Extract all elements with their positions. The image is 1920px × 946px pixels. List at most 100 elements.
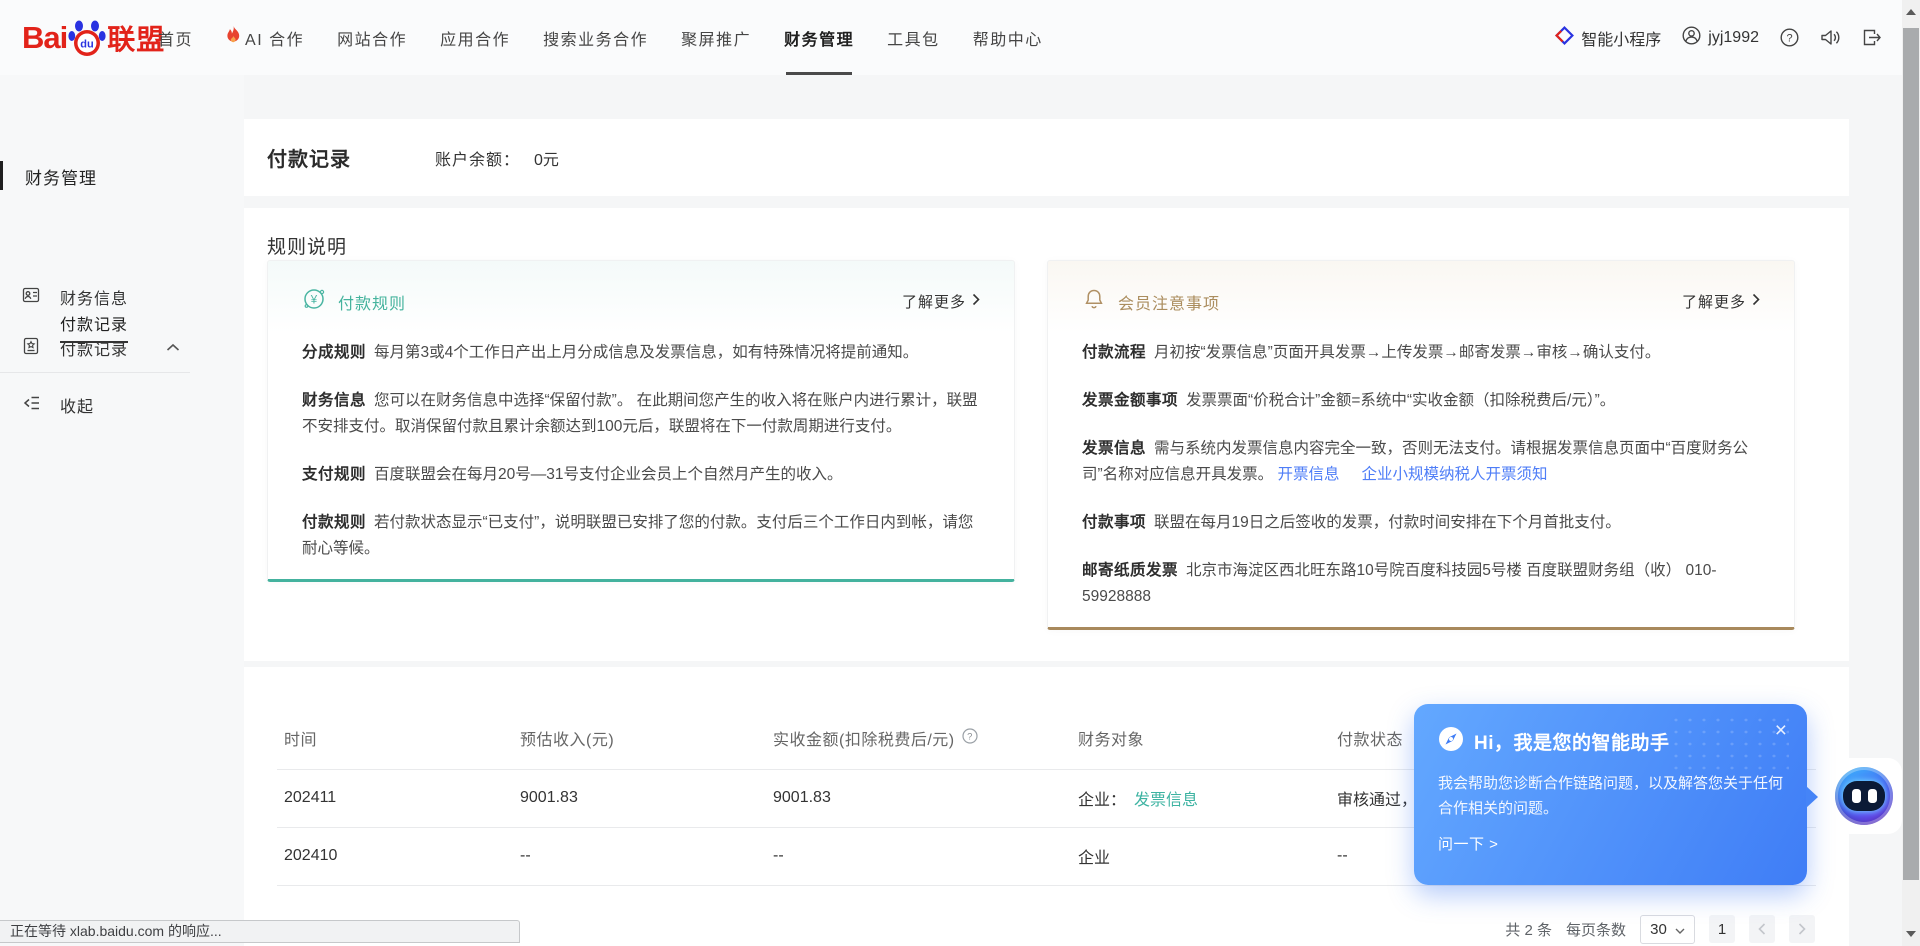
col-actual-amount-label: 实收金额(扣除税费后/元) xyxy=(773,726,955,750)
bell-icon xyxy=(1082,287,1106,316)
invoice-info-link[interactable]: 开票信息 xyxy=(1277,466,1339,483)
help-circle-icon[interactable]: ? xyxy=(962,728,978,749)
sidebar-collapse-button[interactable]: 收起 xyxy=(0,387,244,419)
assistant-popup: Hi，我是您的智能助手 × 我会帮助您诊断合作链路问题，以及解答您关于任何合作相… xyxy=(1414,704,1807,885)
collapse-icon xyxy=(22,394,41,417)
navbar-right: 智能小程序 jyj1992 ? xyxy=(1555,0,1882,75)
logo-text-union: 联盟 xyxy=(107,18,165,58)
nav-item-screen-promo[interactable]: 聚屏推广 xyxy=(681,26,751,50)
page-title: 付款记录 xyxy=(267,143,351,172)
help-icon[interactable]: ? xyxy=(1780,28,1799,47)
rule-text: 百度联盟会在每月20号—31号支付企业会员上个自然月产生的收入。 xyxy=(374,466,842,483)
small-taxpayer-guide-link[interactable]: 企业小规模纳税人开票须知 xyxy=(1362,466,1548,483)
nav-item-website[interactable]: 网站合作 xyxy=(337,26,407,50)
learn-more-link[interactable]: 了解更多 xyxy=(902,291,980,312)
smart-mini-program-icon xyxy=(1555,26,1574,50)
rule-text: 若付款状态显示“已支付”，说明联盟已安排了您的付款。支付后三个工作日内到帐，请您… xyxy=(302,514,973,557)
compass-icon xyxy=(1438,726,1464,757)
cell-target-label: 企业： xyxy=(1078,792,1126,809)
logout-icon[interactable] xyxy=(1862,28,1882,47)
scrollbar-thumb[interactable] xyxy=(1903,28,1919,880)
vertical-scrollbar[interactable] xyxy=(1902,0,1920,946)
svg-text:?: ? xyxy=(967,731,973,742)
rule-label: 财务信息 xyxy=(302,392,366,409)
note-item: 发票金额事项发票票面“价税合计”金额=系统中“实收金额（扣除税费后/元）”。 xyxy=(1082,388,1760,414)
learn-more-label: 了解更多 xyxy=(902,291,966,312)
popup-tail xyxy=(1806,786,1818,808)
prev-page-button[interactable] xyxy=(1749,915,1775,943)
browser-status-bar: 正在等待 xlab.baidu.com 的响应... xyxy=(0,920,520,943)
robot-avatar-icon xyxy=(1835,767,1893,825)
assistant-message: 我会帮助您诊断合作链路问题，以及解答您关于任何合作相关的问题。 xyxy=(1414,757,1807,821)
rule-label: 支付规则 xyxy=(302,466,366,483)
user-account[interactable]: jyj1992 xyxy=(1682,26,1759,50)
assistant-launcher[interactable] xyxy=(1826,758,1902,834)
note-item: 付款流程月初按“发票信息”页面开具发票→上传发票→邮寄发票→审核→确认支付。 xyxy=(1082,340,1760,366)
nav-item-search-business[interactable]: 搜索业务合作 xyxy=(543,26,648,50)
top-navbar: Bai du 联盟 首页 AI 合作 xyxy=(0,0,1920,75)
baidu-union-logo[interactable]: Bai du 联盟 xyxy=(22,17,165,59)
cell-time: 202411 xyxy=(284,789,520,807)
col-estimated-income: 预估收入(元) xyxy=(520,726,773,750)
nav-item-app[interactable]: 应用合作 xyxy=(440,26,510,50)
card-title: 会员注意事项 xyxy=(1118,290,1220,314)
invoice-info-table-link[interactable]: 发票信息 xyxy=(1134,792,1198,809)
nav-item-home[interactable]: 首页 xyxy=(158,26,193,50)
chevron-down-icon xyxy=(1675,921,1685,938)
sidebar-subitem-payment-records-active[interactable]: 付款记录 xyxy=(60,311,128,343)
announcement-speaker-icon[interactable] xyxy=(1820,28,1841,47)
member-notes-card: 会员注意事项 了解更多 付款流程月初按“发票信息”页面开具发票→上传发票→邮寄发… xyxy=(1047,260,1795,630)
balance-label: 账户余额： xyxy=(435,146,520,170)
page-number-button[interactable]: 1 xyxy=(1709,915,1735,943)
sidebar: 财务管理 财务信息 付款记录 付款记录 收起 xyxy=(0,75,244,946)
nav-item-toolkit[interactable]: 工具包 xyxy=(887,26,940,50)
pagination: 共 2 条 每页条数 30 1 xyxy=(1505,914,1815,944)
svg-text:¥: ¥ xyxy=(310,294,318,306)
user-icon xyxy=(1682,26,1701,50)
col-actual-amount: 实收金额(扣除税费后/元) ? xyxy=(773,726,1078,750)
per-page-select[interactable]: 30 xyxy=(1640,915,1695,944)
svg-text:du: du xyxy=(81,39,94,51)
sidebar-item-finance-info[interactable]: 财务信息 xyxy=(0,280,244,314)
col-finance-target: 财务对象 xyxy=(1078,726,1337,750)
chevron-up-icon[interactable] xyxy=(166,339,180,357)
col-time: 时间 xyxy=(284,726,520,750)
learn-more-link[interactable]: 了解更多 xyxy=(1682,291,1760,312)
rule-item: 财务信息您可以在财务信息中选择“保留付款”。 在此期间您产生的收入将在账户内进行… xyxy=(302,388,980,440)
note-item: 付款事项联盟在每月19日之后签收的发票，付款时间安排在下个月首批支付。 xyxy=(1082,510,1760,536)
nav-item-finance[interactable]: 财务管理 xyxy=(784,26,854,50)
rule-item: 支付规则百度联盟会在每月20号—31号支付企业会员上个自然月产生的收入。 xyxy=(302,462,980,488)
logo-text-bai: Bai xyxy=(22,20,67,56)
note-label: 付款流程 xyxy=(1082,344,1146,361)
payment-record-icon xyxy=(22,337,40,360)
rule-item: 分成规则每月第3或4个工作日产出上月分成信息及发票信息，如有特殊情况将提前通知。 xyxy=(302,340,980,366)
rules-panel: 规则说明 ¥ 付款规则 了解更多 分成规则每月第3或4个工作日产出 xyxy=(244,208,1849,661)
note-label: 邮寄纸质发票 xyxy=(1082,562,1178,579)
mini-program-entry[interactable]: 智能小程序 xyxy=(1555,26,1661,50)
table-divider xyxy=(277,885,1816,886)
payment-rules-card: ¥ 付款规则 了解更多 分成规则每月第3或4个工作日产出上月分成信息及发票信息，… xyxy=(267,260,1015,582)
finance-info-icon xyxy=(22,286,40,309)
ask-now-link[interactable]: 问一下 > xyxy=(1414,821,1807,854)
rule-text: 您可以在财务信息中选择“保留付款”。 在此期间您产生的收入将在账户内进行累计，联… xyxy=(302,392,978,435)
per-page-value: 30 xyxy=(1650,921,1667,938)
scroll-up-arrow-icon[interactable] xyxy=(1902,4,1920,20)
page-header-panel: 付款记录 账户余额： 0元 xyxy=(244,119,1849,196)
rules-section-title: 规则说明 xyxy=(267,232,347,259)
next-page-button[interactable] xyxy=(1789,915,1815,943)
nav-item-help-center[interactable]: 帮助中心 xyxy=(973,26,1043,50)
rule-label: 分成规则 xyxy=(302,344,366,361)
robot-eye xyxy=(1868,789,1877,803)
scroll-down-arrow-icon[interactable] xyxy=(1902,926,1920,942)
close-icon[interactable]: × xyxy=(1775,720,1787,741)
cell-target: 企业 xyxy=(1078,844,1337,868)
cell-estimated: 9001.83 xyxy=(520,789,773,807)
main-nav: 首页 AI 合作 网站合作 应用合作 搜索业务合作 聚屏推广 财务管理 工具包 … xyxy=(158,0,1043,75)
cell-actual: -- xyxy=(773,847,1078,865)
yen-circle-icon: ¥ xyxy=(302,287,326,316)
note-label: 发票金额事项 xyxy=(1082,392,1178,409)
nav-item-ai[interactable]: AI 合作 xyxy=(226,26,304,50)
note-item: 发票信息需与系统内发票信息内容完全一致，否则无法支付。请根据发票信息页面中“百度… xyxy=(1082,436,1760,488)
rule-text: 每月第3或4个工作日产出上月分成信息及发票信息，如有特殊情况将提前通知。 xyxy=(374,344,918,361)
cell-time: 202410 xyxy=(284,847,520,865)
